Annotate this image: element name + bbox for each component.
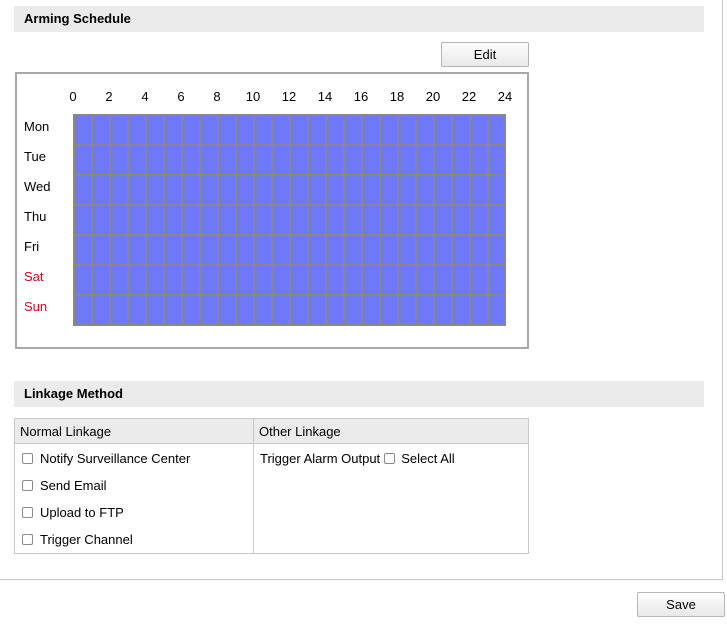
trigger-alarm-output-label: Trigger Alarm Output [260,451,381,466]
hour-label: 8 [213,89,221,104]
trigger-channel-label[interactable]: Trigger Channel [40,532,133,547]
hour-label: 0 [69,89,77,104]
day-label-wed: Wed [24,179,51,194]
notify-surveillance-center-label[interactable]: Notify Surveillance Center [40,451,190,466]
save-button[interactable]: Save [637,592,725,617]
arming-schedule-header: Arming Schedule [14,6,704,32]
send-email-checkbox[interactable] [22,480,33,491]
normal-linkage-header: Normal Linkage [20,424,112,439]
notify-surveillance-center-checkbox[interactable] [22,453,33,464]
send-email-label[interactable]: Send Email [40,478,106,493]
schedule-grid[interactable] [73,114,506,326]
hour-label: 16 [353,89,369,104]
day-label-mon: Mon [24,119,50,134]
linkage-method-title: Linkage Method [24,386,123,401]
trigger-channel-checkbox[interactable] [22,534,33,545]
day-label-fri: Fri [24,239,40,254]
hour-label: 18 [389,89,405,104]
day-label-sun: Sun [24,299,48,314]
day-label-thu: Thu [24,209,47,224]
hour-label: 20 [425,89,441,104]
hour-label: 4 [141,89,149,104]
day-label-tue: Tue [24,149,46,164]
arming-linkage-page: Arming Schedule Edit 0 2 4 6 8 10 12 14 16 18 20 22… [0,0,727,626]
linkage-method-header: Linkage Method [14,381,704,407]
trigger-alarm-output-row: Trigger Alarm Output Select All [260,451,455,466]
select-all-checkbox[interactable] [384,453,396,464]
upload-to-ftp-label[interactable]: Upload to FTP [40,505,124,520]
select-all-label[interactable]: Select All [401,451,454,466]
arming-schedule-title: Arming Schedule [24,11,131,26]
upload-to-ftp-checkbox[interactable] [22,507,33,518]
option-send-email[interactable]: Send Email [22,478,106,493]
column-divider [253,419,254,553]
hour-label: 10 [245,89,261,104]
edit-schedule-button[interactable]: Edit [441,42,529,67]
hour-label: 6 [177,89,185,104]
hour-label: 2 [105,89,113,104]
option-upload-to-ftp[interactable]: Upload to FTP [22,505,124,520]
linkage-table-head: Normal Linkage Other Linkage [15,419,528,444]
day-label-sat: Sat [24,269,44,284]
option-notify-surveillance-center[interactable]: Notify Surveillance Center [22,451,190,466]
option-trigger-channel[interactable]: Trigger Channel [22,532,133,547]
hour-label: 12 [281,89,297,104]
hour-label: 22 [461,89,477,104]
other-linkage-header: Other Linkage [259,424,341,439]
hour-label: 14 [317,89,333,104]
hour-label: 24 [497,89,513,104]
